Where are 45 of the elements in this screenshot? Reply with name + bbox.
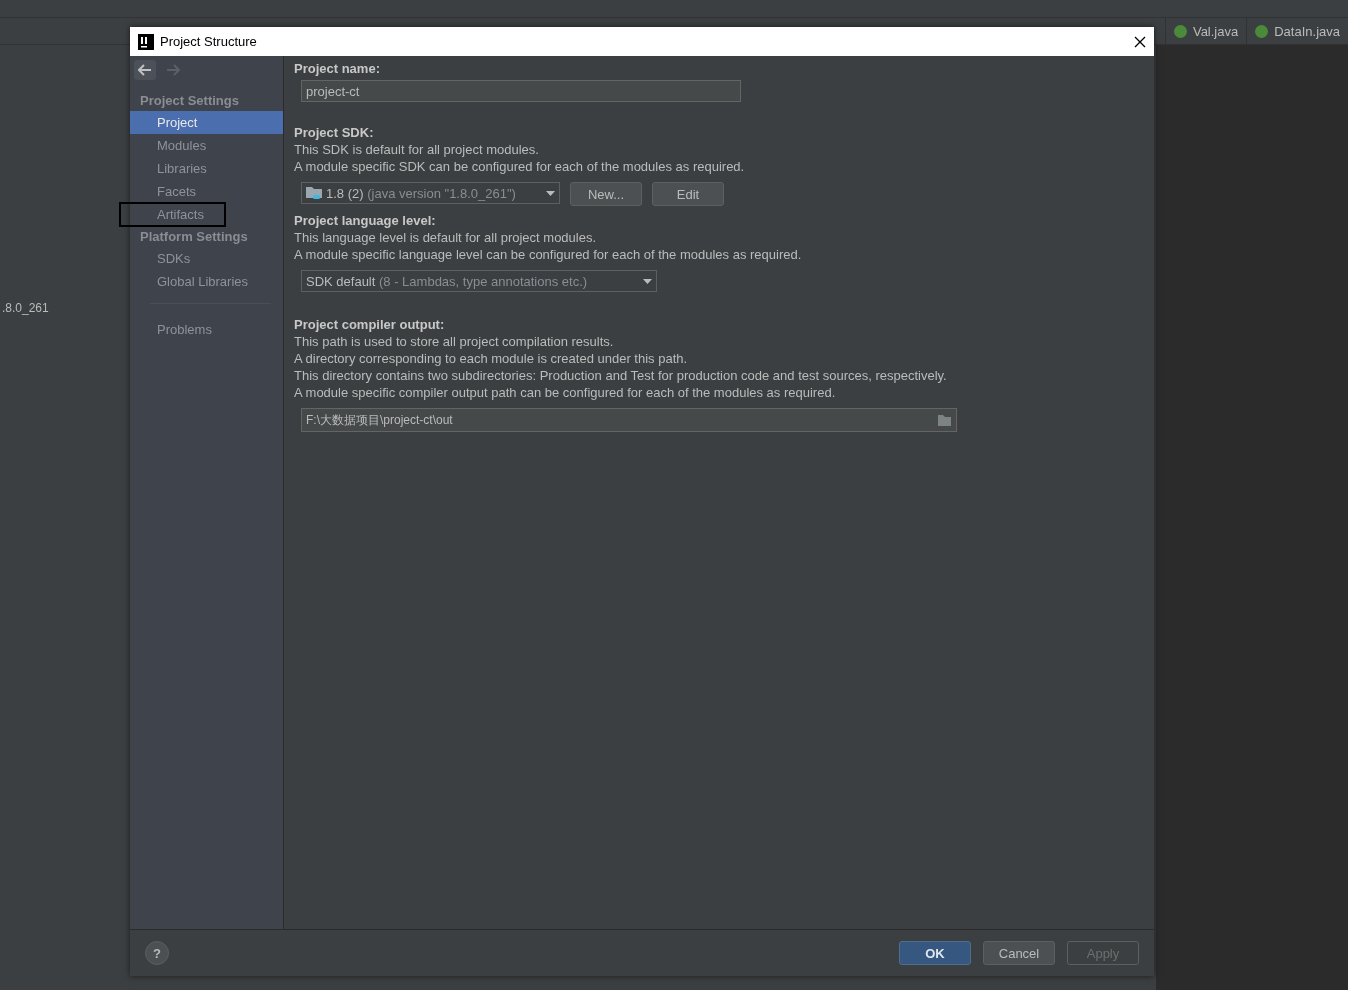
- sdk-button[interactable]: Edit: [652, 182, 724, 206]
- sidebar-item[interactable]: SDKs: [130, 247, 283, 270]
- back-arrow-icon: [138, 64, 152, 76]
- window-title: Project Structure: [160, 34, 258, 49]
- dialog-button[interactable]: Cancel: [983, 941, 1055, 965]
- sdk-version-text: .8.0_261: [2, 301, 49, 315]
- field-label: Project compiler output:: [294, 316, 446, 333]
- section-title: Project Settings: [139, 92, 240, 110]
- description-text: This language level is default for all project modules.: [294, 229, 598, 246]
- field-label: Project SDK:: [294, 124, 375, 141]
- sidebar-item[interactable]: Global Libraries: [130, 270, 283, 293]
- app-logo-icon: [138, 33, 154, 50]
- sidebar-item[interactable]: Modules: [130, 134, 283, 157]
- sidebar-item[interactable]: Artifacts: [130, 203, 283, 226]
- project-name-field[interactable]: project-ct: [301, 80, 741, 102]
- description-text: This directory contains two subdirectories: Production and Test for production code and test sources, respectively.: [294, 367, 948, 384]
- sdk-dropdown[interactable]: 1.8 (2) (java version "1.8.0_261"): [301, 182, 560, 204]
- sidebar-item[interactable]: Facets: [130, 180, 283, 203]
- language-level-dropdown[interactable]: SDK default (8 - Lambdas, type annotations etc.): [301, 270, 657, 292]
- field-label: Project name:: [294, 60, 381, 77]
- output-path-field[interactable]: F:\大数据项目\project-ct\out: [301, 408, 957, 432]
- description-text: This SDK is default for all project modules.: [294, 141, 540, 158]
- tab-label: Val.java: [1192, 23, 1239, 39]
- dropdown-caret-icon: [546, 190, 555, 196]
- tab-label: DataIn.java: [1274, 23, 1340, 39]
- description-text: A module specific compiler output path can be configured for each of the modules as required.: [294, 384, 837, 401]
- sdk-button[interactable]: New...: [570, 182, 642, 206]
- editor-tab[interactable]: DataIn.java: [1246, 18, 1348, 44]
- back-button[interactable]: [134, 60, 156, 80]
- close-icon[interactable]: [1134, 35, 1146, 48]
- forward-arrow-icon: [166, 64, 180, 76]
- help-button[interactable]: ?: [145, 941, 169, 965]
- sidebar-item[interactable]: Project: [130, 111, 283, 134]
- editor-tab[interactable]: Val.java: [1164, 18, 1247, 44]
- dialog-button[interactable]: OK: [899, 941, 971, 965]
- description-text: A module specific SDK can be configured for each of the modules as required.: [294, 158, 746, 175]
- dropdown-caret-icon: [643, 278, 652, 284]
- field-label: Project language level:: [294, 212, 437, 229]
- description-text: A module specific language level can be configured for each of the modules as required.: [294, 246, 803, 263]
- folder-icon: [306, 186, 322, 200]
- sidebar-item[interactable]: Libraries: [130, 157, 283, 180]
- sidebar-item[interactable]: Problems: [130, 318, 283, 341]
- section-title: Platform Settings: [139, 228, 249, 246]
- description-text: This path is used to store all project compilation results.: [294, 333, 615, 350]
- description-text: A directory corresponding to each module is created under this path.: [294, 350, 689, 367]
